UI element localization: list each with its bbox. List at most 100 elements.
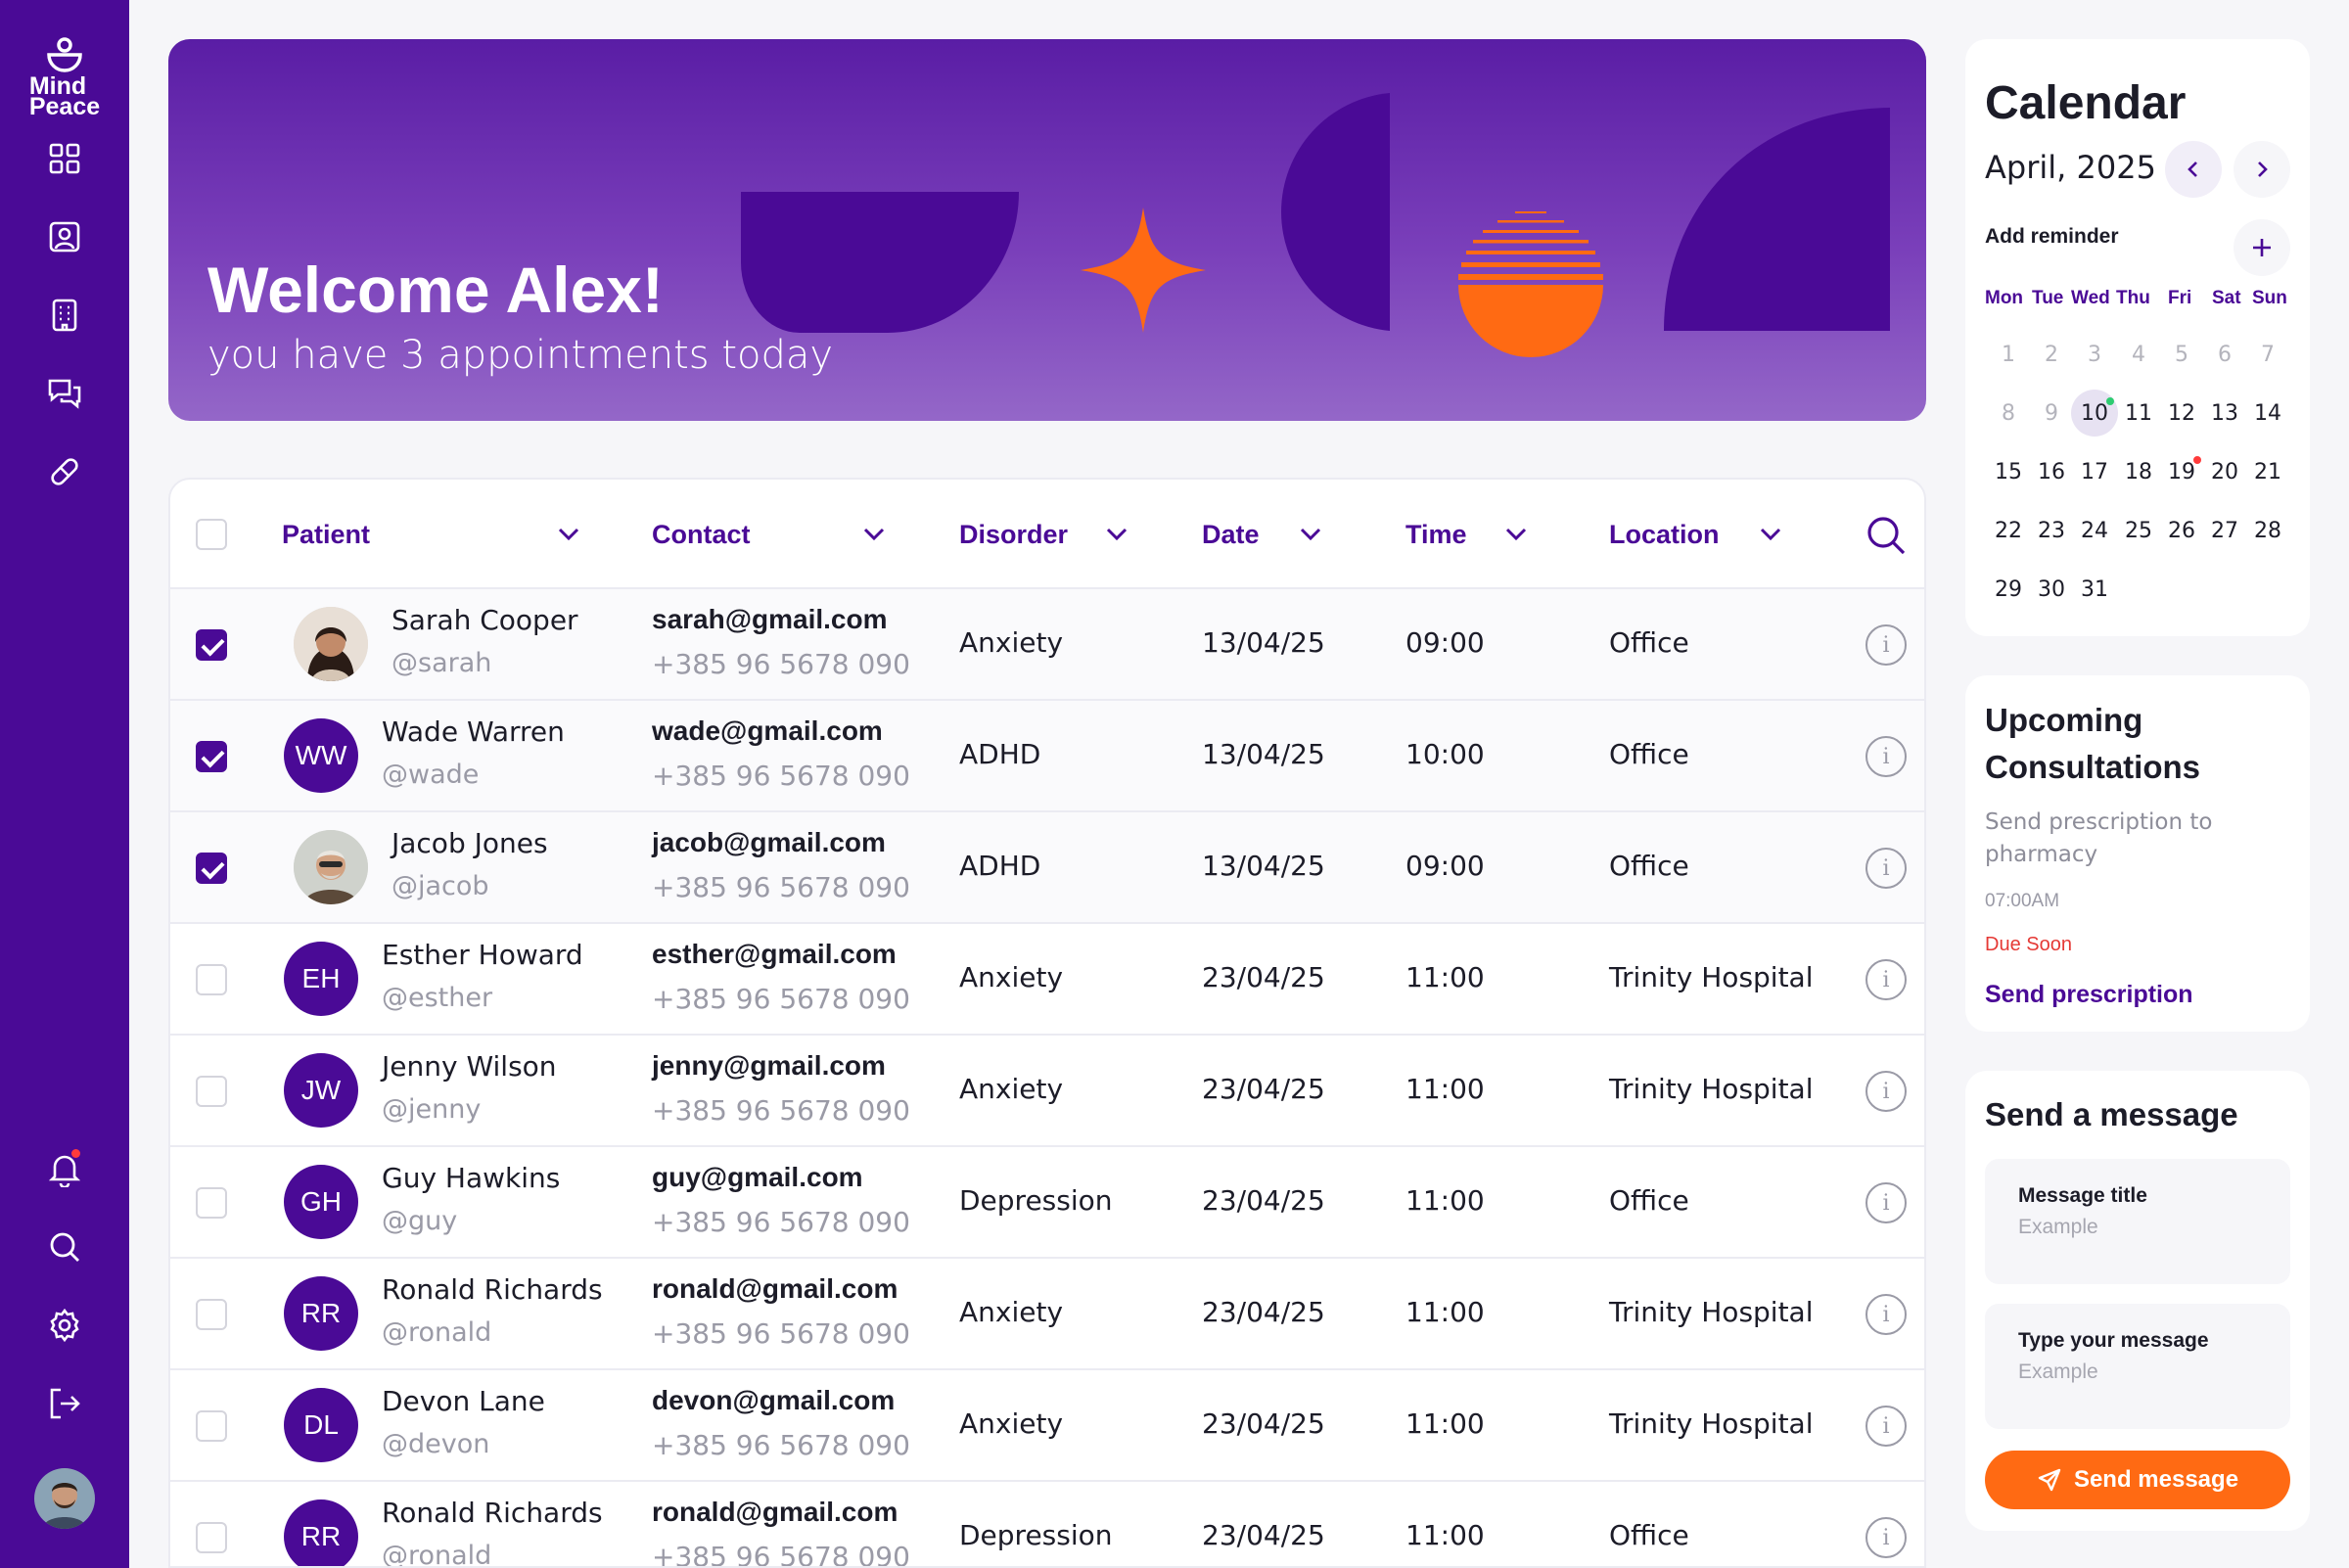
column-disorder[interactable]: Disorder (959, 480, 1068, 589)
chevron-down-icon[interactable] (1296, 519, 1325, 548)
message-title-input[interactable] (2018, 1216, 2273, 1239)
info-icon[interactable]: i (1865, 848, 1907, 889)
calendar-day[interactable]: 2 (2030, 343, 2073, 367)
info-icon[interactable]: i (1865, 624, 1907, 666)
row-checkbox[interactable] (196, 1522, 227, 1553)
send-prescription-link[interactable]: Send prescription (1985, 981, 2193, 1009)
select-all-checkbox[interactable] (196, 519, 227, 550)
calendar-day[interactable]: 17 (2073, 460, 2116, 484)
calendar-day[interactable]: 30 (2030, 577, 2073, 602)
chevron-down-icon[interactable] (859, 519, 889, 548)
app-logo[interactable]: Mind Peace (29, 35, 100, 119)
chevron-down-icon[interactable] (1102, 519, 1131, 548)
table-row[interactable]: RR Ronald Richards @ronald ronald@gmail.com… (170, 1259, 1924, 1370)
calendar-day[interactable]: 6 (2203, 343, 2246, 367)
sidebar-item-messages[interactable] (45, 374, 84, 413)
table-row[interactable]: WW Wade Warren @wade wade@gmail.com +385 96 … (170, 701, 1924, 812)
row-checkbox[interactable] (196, 629, 227, 661)
prev-month-button[interactable] (2165, 141, 2222, 198)
row-checkbox[interactable] (196, 853, 227, 884)
calendar-day[interactable]: 9 (2030, 401, 2073, 426)
event-marker (2193, 456, 2201, 464)
calendar-day[interactable]: 3 (2073, 343, 2116, 367)
add-reminder-button[interactable] (2234, 219, 2290, 276)
chevron-down-icon[interactable] (1756, 519, 1785, 548)
calendar-day[interactable]: 29 (1987, 577, 2030, 602)
table-row[interactable]: GH Guy Hawkins @guy guy@gmail.com +385 96 56… (170, 1147, 1924, 1259)
notifications-button[interactable] (45, 1149, 84, 1188)
info-icon[interactable]: i (1865, 1071, 1907, 1112)
info-icon[interactable]: i (1865, 736, 1907, 777)
search-icon[interactable] (1865, 515, 1907, 556)
calendar-day[interactable]: 1 (1987, 343, 2030, 367)
row-checkbox[interactable] (196, 964, 227, 995)
row-checkbox[interactable] (196, 1410, 227, 1442)
patient-email[interactable]: wade@gmail.com (652, 715, 883, 747)
info-icon[interactable]: i (1865, 959, 1907, 1000)
calendar-day[interactable]: 18 (2117, 460, 2160, 484)
patient-email[interactable]: esther@gmail.com (652, 939, 897, 970)
next-month-button[interactable] (2234, 141, 2290, 198)
message-body-field[interactable]: Type your message (1985, 1304, 2290, 1429)
logout-button[interactable] (45, 1384, 84, 1423)
table-row[interactable]: RR Ronald Richards @ronald ronald@gmail.com… (170, 1482, 1924, 1566)
table-row[interactable]: JW Jenny Wilson @jenny jenny@gmail.com +385 … (170, 1036, 1924, 1147)
calendar-day[interactable]: 23 (2030, 519, 2073, 543)
search-button[interactable] (45, 1227, 84, 1267)
column-date[interactable]: Date (1202, 480, 1260, 589)
calendar-day[interactable]: 11 (2117, 401, 2160, 426)
message-body-input[interactable] (2018, 1360, 2273, 1384)
info-icon[interactable]: i (1865, 1517, 1907, 1558)
settings-button[interactable] (45, 1306, 84, 1345)
calendar-day[interactable]: 24 (2073, 519, 2116, 543)
table-row[interactable]: Jacob Jones @jacob jacob@gmail.com +385 96 … (170, 812, 1924, 924)
table-row[interactable]: DL Devon Lane @devon devon@gmail.com +385 96… (170, 1370, 1924, 1482)
calendar-day[interactable]: 16 (2030, 460, 2073, 484)
patient-email[interactable]: sarah@gmail.com (652, 604, 888, 635)
column-patient[interactable]: Patient (282, 480, 370, 589)
calendar-day[interactable]: 21 (2246, 460, 2289, 484)
calendar-day[interactable]: 5 (2160, 343, 2203, 367)
calendar-day[interactable]: 28 (2246, 519, 2289, 543)
chevron-down-icon[interactable] (554, 519, 583, 548)
user-avatar[interactable] (34, 1468, 95, 1529)
calendar-day[interactable]: 7 (2246, 343, 2289, 367)
patient-email[interactable]: jacob@gmail.com (652, 827, 886, 858)
calendar-day[interactable]: 4 (2117, 343, 2160, 367)
calendar-day[interactable]: 13 (2203, 401, 2246, 426)
table-row[interactable]: EH Esther Howard @esther esther@gmail.com +3… (170, 924, 1924, 1036)
sidebar-item-patients[interactable] (45, 217, 84, 256)
row-checkbox[interactable] (196, 1299, 227, 1330)
send-message-button[interactable]: Send message (1985, 1451, 2290, 1509)
patient-email[interactable]: guy@gmail.com (652, 1162, 863, 1193)
sidebar-item-dashboard[interactable] (45, 139, 84, 178)
patient-email[interactable]: ronald@gmail.com (652, 1497, 898, 1528)
column-location[interactable]: Location (1609, 480, 1720, 589)
chevron-down-icon[interactable] (1501, 519, 1531, 548)
row-checkbox[interactable] (196, 741, 227, 772)
row-checkbox[interactable] (196, 1187, 227, 1219)
sidebar-item-clinics[interactable] (45, 296, 84, 335)
calendar-day[interactable]: 22 (1987, 519, 2030, 543)
message-title-field[interactable]: Message title (1985, 1159, 2290, 1284)
patient-email[interactable]: ronald@gmail.com (652, 1273, 898, 1305)
row-checkbox[interactable] (196, 1076, 227, 1107)
calendar-day[interactable]: 14 (2246, 401, 2289, 426)
column-time[interactable]: Time (1405, 480, 1467, 589)
calendar-day[interactable]: 12 (2160, 401, 2203, 426)
calendar-day[interactable]: 26 (2160, 519, 2203, 543)
info-icon[interactable]: i (1865, 1406, 1907, 1447)
column-contact[interactable]: Contact (652, 480, 751, 589)
patient-email[interactable]: devon@gmail.com (652, 1385, 895, 1416)
info-icon[interactable]: i (1865, 1294, 1907, 1335)
calendar-day[interactable]: 8 (1987, 401, 2030, 426)
calendar-day[interactable]: 31 (2073, 577, 2116, 602)
patient-email[interactable]: jenny@gmail.com (652, 1050, 886, 1082)
sidebar-item-prescriptions[interactable] (45, 452, 84, 491)
calendar-day[interactable]: 27 (2203, 519, 2246, 543)
info-icon[interactable]: i (1865, 1182, 1907, 1223)
calendar-day[interactable]: 25 (2117, 519, 2160, 543)
table-row[interactable]: Sarah Cooper @sarah sarah@gmail.com +385 96… (170, 589, 1924, 701)
calendar-day[interactable]: 20 (2203, 460, 2246, 484)
calendar-day[interactable]: 15 (1987, 460, 2030, 484)
